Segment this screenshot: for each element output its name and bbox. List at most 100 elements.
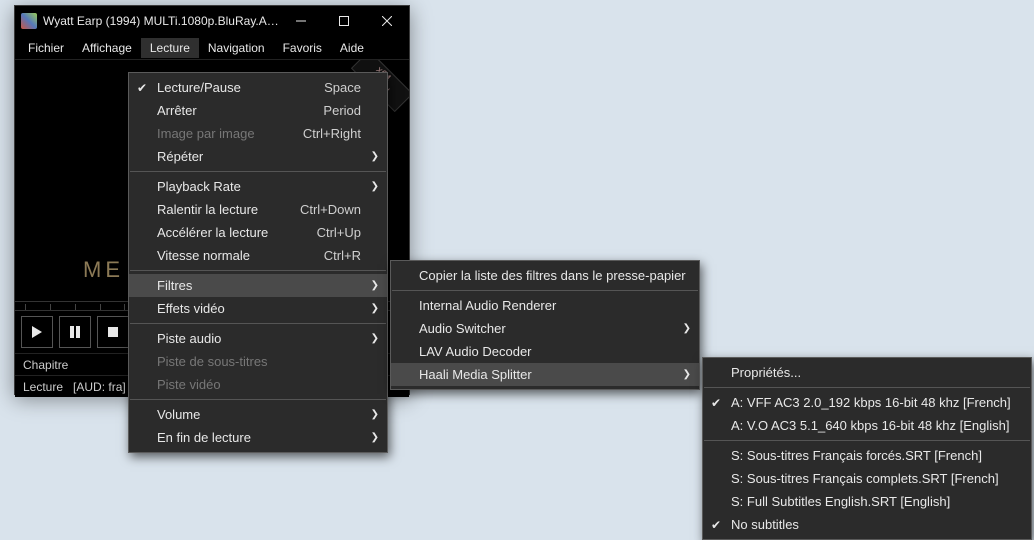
filtres-item[interactable]: Copier la liste des filtres dans le pres… [391,264,699,287]
maximize-button[interactable] [323,6,366,36]
lecture-label: Effets vidéo [157,301,361,316]
minimize-button[interactable] [280,6,323,36]
window-title: Wyatt Earp (1994) MULTi.1080p.BluRay.AC3… [43,14,280,28]
lecture-label: Piste audio [157,331,361,346]
haali-submenu: Propriétés... ✔ A: VFF AC3 2.0_192 kbps 16… [702,357,1032,540]
menu-affichage[interactable]: Affichage [73,38,141,58]
lecture-label: Vitesse normale [157,248,294,263]
haali-label: A: VFF AC3 2.0_192 kbps 16-bit 48 khz [F… [731,395,1011,410]
submenu-arrow-icon: ❯ [371,181,379,192]
filtres-item[interactable]: LAV Audio Decoder [391,340,699,363]
lecture-label: Volume [157,407,361,422]
menu-navigation[interactable]: Navigation [199,38,274,58]
lecture-label: Accélérer la lecture [157,225,287,240]
lecture-item[interactable]: En fin de lecture ❯ [129,426,387,449]
lecture-menu: ✔ Lecture/Pause Space Arrêter Period Image pa… [128,72,388,453]
lecture-item[interactable]: Volume ❯ [129,403,387,426]
check-icon: ✔ [711,396,721,410]
submenu-arrow-icon: ❯ [371,409,379,420]
haali-label: S: Sous-titres Français complets.SRT [Fr… [731,471,1005,486]
lecture-separator [130,399,386,400]
submenu-arrow-icon: ❯ [683,323,691,334]
lecture-item[interactable]: ✔ Lecture/Pause Space [129,76,387,99]
haali-item[interactable]: Propriétés... [703,361,1031,384]
submenu-arrow-icon: ❯ [371,151,379,162]
haali-separator [704,440,1030,441]
lecture-item[interactable]: Arrêter Period [129,99,387,122]
filtres-label: LAV Audio Decoder [419,344,673,359]
filtres-item[interactable]: Haali Media Splitter ❯ [391,363,699,386]
filtres-separator [392,290,698,291]
lecture-item: Image par image Ctrl+Right [129,122,387,145]
accelerator-text: Ctrl+R [324,248,361,263]
filtres-label: Copier la liste des filtres dans le pres… [419,268,686,283]
haali-separator [704,387,1030,388]
lecture-item: Piste de sous-titres [129,350,387,373]
filtres-item[interactable]: Internal Audio Renderer [391,294,699,317]
lecture-label: Image par image [157,126,273,141]
lecture-label: Répéter [157,149,361,164]
haali-label: S: Full Subtitles English.SRT [English] [731,494,1005,509]
haali-label: S: Sous-titres Français forcés.SRT [Fren… [731,448,1005,463]
menu-lecture[interactable]: Lecture [141,38,199,58]
filtres-label: Internal Audio Renderer [419,298,673,313]
playback-state: Lecture [23,380,63,394]
lecture-item[interactable]: Ralentir la lecture Ctrl+Down [129,198,387,221]
lecture-label: En fin de lecture [157,430,361,445]
submenu-arrow-icon: ❯ [683,369,691,380]
menu-favoris[interactable]: Favoris [274,38,331,58]
lecture-label: Ralentir la lecture [157,202,270,217]
lecture-label: Arrêter [157,103,293,118]
lecture-separator [130,270,386,271]
haali-item[interactable]: ✔ A: VFF AC3 2.0_192 kbps 16-bit 48 khz [… [703,391,1031,414]
accelerator-text: Ctrl+Up [317,225,361,240]
lecture-item[interactable]: Filtres ❯ [129,274,387,297]
haali-item[interactable]: S: Full Subtitles English.SRT [English] [703,490,1031,513]
submenu-arrow-icon: ❯ [371,280,379,291]
lecture-label: Piste de sous-titres [157,354,361,369]
haali-label: A: V.O AC3 5.1_640 kbps 16-bit 48 khz [E… [731,418,1009,433]
lecture-item[interactable]: Vitesse normale Ctrl+R [129,244,387,267]
haali-label: No subtitles [731,517,1005,532]
lecture-item[interactable]: Répéter ❯ [129,145,387,168]
haali-label: Propriétés... [731,365,1005,380]
lecture-separator [130,171,386,172]
play-button[interactable] [21,316,53,348]
accelerator-text: Ctrl+Right [303,126,361,141]
menubar: Fichier Affichage Lecture Navigation Fav… [15,36,409,60]
filtres-item[interactable]: Audio Switcher❯ [391,317,699,340]
audio-track-status: [AUD: fra] [73,380,126,394]
accelerator-text: Period [323,103,361,118]
check-icon: ✔ [137,81,147,95]
haali-item[interactable]: A: V.O AC3 5.1_640 kbps 16-bit 48 khz [E… [703,414,1031,437]
haali-item[interactable]: S: Sous-titres Français complets.SRT [Fr… [703,467,1031,490]
haali-item[interactable]: S: Sous-titres Français forcés.SRT [Fren… [703,444,1031,467]
chapter-label: Chapitre [23,358,68,372]
lecture-item[interactable]: Accélérer la lecture Ctrl+Up [129,221,387,244]
menu-fichier[interactable]: Fichier [19,38,73,58]
haali-item[interactable]: ✔ No subtitles [703,513,1031,536]
lecture-item[interactable]: Playback Rate ❯ [129,175,387,198]
submenu-arrow-icon: ❯ [371,333,379,344]
accelerator-text: Space [324,80,361,95]
lecture-item[interactable]: Piste audio ❯ [129,327,387,350]
close-button[interactable] [366,6,409,36]
watermark-text: ME [83,257,124,283]
filtres-label: Haali Media Splitter [419,367,673,382]
filtres-submenu: Copier la liste des filtres dans le pres… [390,260,700,390]
lecture-item[interactable]: Effets vidéo ❯ [129,297,387,320]
submenu-arrow-icon: ❯ [371,303,379,314]
accelerator-text: Ctrl+Down [300,202,361,217]
menu-aide[interactable]: Aide [331,38,373,58]
titlebar: Wyatt Earp (1994) MULTi.1080p.BluRay.AC3… [15,6,409,36]
stop-button[interactable] [97,316,129,348]
lecture-label: Piste vidéo [157,377,361,392]
lecture-label: Playback Rate [157,179,361,194]
pause-button[interactable] [59,316,91,348]
lecture-item: Piste vidéo [129,373,387,396]
lecture-label: Lecture/Pause [157,80,294,95]
submenu-arrow-icon: ❯ [371,432,379,443]
app-icon [21,13,37,29]
check-icon: ✔ [711,518,721,532]
lecture-label: Filtres [157,278,361,293]
